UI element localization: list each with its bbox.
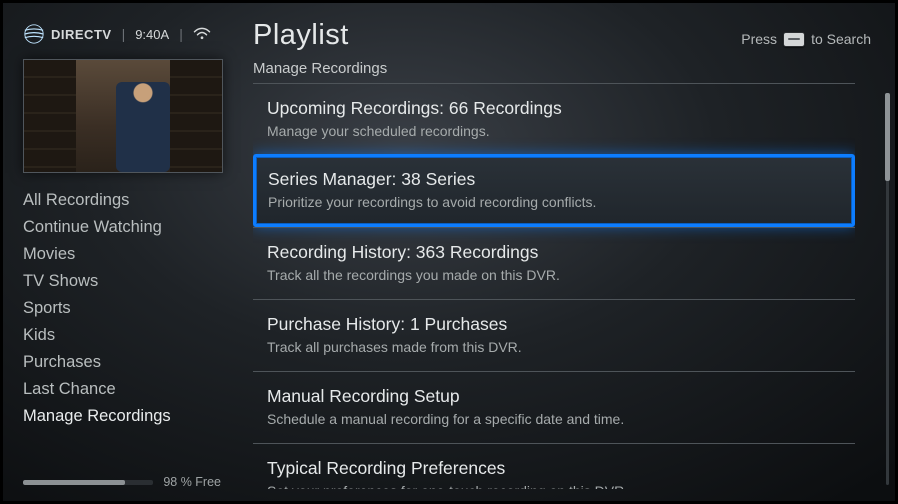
sidebar-item-sports[interactable]: Sports	[23, 295, 221, 322]
item-purchase-history[interactable]: Purchase History: 1 Purchases Track all …	[253, 299, 855, 371]
title-row: Playlist Press to Search	[253, 19, 871, 52]
sidebar-item-last-chance[interactable]: Last Chance	[23, 376, 221, 403]
brand-row: DIRECTV | 9:40A |	[23, 23, 221, 45]
storage-meter: 98 % Free	[23, 465, 221, 489]
item-title: Series Manager: 38 Series	[268, 169, 840, 190]
search-hint-prefix: Press	[741, 31, 777, 47]
search-hint-suffix: to Search	[811, 31, 871, 47]
section-subtitle: Manage Recordings	[253, 60, 871, 77]
app-root: DIRECTV | 9:40A | All Recordings Continu…	[3, 3, 895, 501]
search-hint: Press to Search	[741, 31, 871, 47]
storage-bar-fill	[23, 480, 125, 485]
sidebar-item-all-recordings[interactable]: All Recordings	[23, 187, 221, 214]
item-title: Recording History: 363 Recordings	[267, 242, 841, 263]
sidebar: DIRECTV | 9:40A | All Recordings Continu…	[3, 3, 235, 501]
dash-key-icon	[783, 32, 805, 47]
scrollbar[interactable]	[886, 93, 889, 485]
item-title: Manual Recording Setup	[267, 386, 841, 407]
pip-preview	[23, 59, 223, 173]
clock-time: 9:40A	[135, 27, 169, 42]
items-scroll-region: Upcoming Recordings: 66 Recordings Manag…	[253, 83, 855, 489]
sidebar-item-purchases[interactable]: Purchases	[23, 349, 221, 376]
wifi-icon	[193, 27, 211, 41]
brand-separator: |	[122, 26, 126, 42]
item-title: Typical Recording Preferences	[267, 458, 841, 479]
item-desc: Track all purchases made from this DVR.	[267, 339, 841, 355]
sidebar-item-movies[interactable]: Movies	[23, 241, 221, 268]
item-desc: Prioritize your recordings to avoid reco…	[268, 194, 840, 210]
item-manual-recording-setup[interactable]: Manual Recording Setup Schedule a manual…	[253, 371, 855, 443]
item-typical-recording-preferences[interactable]: Typical Recording Preferences Set your p…	[253, 443, 855, 489]
item-desc: Schedule a manual recording for a specif…	[267, 411, 841, 427]
main-panel: Playlist Press to Search Manage Recordin…	[235, 3, 895, 501]
sidebar-item-continue-watching[interactable]: Continue Watching	[23, 214, 221, 241]
item-title: Purchase History: 1 Purchases	[267, 314, 841, 335]
page-title: Playlist	[253, 19, 349, 52]
item-upcoming-recordings[interactable]: Upcoming Recordings: 66 Recordings Manag…	[253, 83, 855, 155]
items-list: Upcoming Recordings: 66 Recordings Manag…	[253, 83, 855, 489]
storage-bar	[23, 480, 153, 485]
item-desc: Set your preferences for one-touch recor…	[267, 483, 841, 489]
brand-separator: |	[179, 26, 183, 42]
brand-logo-icon	[23, 23, 45, 45]
sidebar-item-kids[interactable]: Kids	[23, 322, 221, 349]
storage-label: 98 % Free	[163, 475, 221, 489]
item-desc: Manage your scheduled recordings.	[267, 123, 841, 139]
sidebar-item-manage-recordings[interactable]: Manage Recordings	[23, 403, 221, 430]
sidebar-item-tv-shows[interactable]: TV Shows	[23, 268, 221, 295]
sidebar-nav: All Recordings Continue Watching Movies …	[23, 187, 221, 430]
item-recording-history[interactable]: Recording History: 363 Recordings Track …	[253, 227, 855, 299]
item-series-manager[interactable]: Series Manager: 38 Series Prioritize you…	[253, 154, 855, 227]
item-desc: Track all the recordings you made on thi…	[267, 267, 841, 283]
brand-name: DIRECTV	[51, 27, 112, 42]
item-title: Upcoming Recordings: 66 Recordings	[267, 98, 841, 119]
